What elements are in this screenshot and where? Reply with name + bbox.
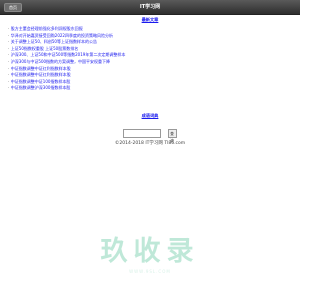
article-title[interactable]: 中证指数调整中证红利指数样本股 — [11, 66, 71, 71]
page-title: IT学习网 — [139, 4, 161, 10]
article-title[interactable]: 沪深300、上证50和中证500等指数2019年第二次定期调整样本 — [11, 52, 126, 57]
article-link[interactable]: · 中证指数调整中证红利指数样本股 — [8, 72, 298, 79]
bullet-icon: · — [8, 26, 10, 31]
bullet-icon: · — [8, 32, 10, 38]
article-link[interactable]: · 关于调整上证50、科创50等上证指数样本的公告 — [8, 39, 298, 46]
article-title[interactable]: 中证指数调整沪深300指数样本股 — [11, 85, 71, 90]
watermark-logo: 玖收录 WWW.9SL.COM — [0, 235, 300, 275]
article-link[interactable]: · 中证指数调整中证红利指数样本股 — [8, 66, 298, 73]
copyright-text: ©2014-2018 IT学习网 Tl86.com — [114, 141, 186, 146]
idiom-dictionary-heading[interactable]: 成语词典 — [0, 112, 300, 120]
bullet-icon: · — [8, 78, 10, 84]
article-link[interactable]: · 中证指数调整中证100指数样本股 — [8, 79, 298, 86]
article-link[interactable]: · 沪深300与中证500指数的方案调整，中国平安权重下降 — [8, 59, 298, 66]
article-title[interactable]: 上证50指数权重股 上证50股票数排名 — [11, 46, 78, 51]
latest-articles-heading[interactable]: 最新文章 — [0, 15, 300, 25]
article-link[interactable]: · 中证指数调整沪深300指数样本股 — [8, 85, 298, 92]
bullet-icon: · — [8, 39, 10, 45]
article-title[interactable]: 股方主董会经理前强化多利润规股东回报 — [11, 26, 83, 31]
watermark-text: 玖收录 — [100, 236, 200, 267]
bullet-icon: · — [8, 45, 10, 51]
article-title[interactable]: 沪深300与中证500指数的方案调整，中国平安权重下降 — [11, 59, 110, 64]
article-title[interactable]: 中证指数调整中证100指数样本股 — [11, 79, 71, 84]
home-back-button[interactable]: 首页 — [4, 3, 22, 12]
bullet-icon: · — [8, 52, 10, 58]
article-link[interactable]: · 华泽对开始嘉资接受回购2022四季度的投资策略风险分析 — [8, 33, 298, 40]
article-link[interactable]: · 沪深300、上证50和中证500等指数2019年第二次定期调整样本 — [8, 52, 298, 59]
article-title[interactable]: 华泽对开始嘉资接受回购2022四季度的投资策略风险分析 — [11, 33, 113, 38]
article-link[interactable]: · 上证50指数权重股 上证50股票数排名 — [8, 46, 298, 53]
idiom-search-button[interactable]: 查询 — [167, 129, 177, 143]
article-list: · 股方主董会经理前强化多利润规股东回报 · 华泽对开始嘉资接受回购2022四季度的… — [8, 26, 298, 92]
bullet-icon: · — [8, 72, 10, 78]
bullet-icon: · — [8, 65, 10, 71]
article-title[interactable]: 中证指数调整中证红利指数样本股 — [11, 72, 71, 77]
top-navigation-bar: 首页 IT学习网 — [0, 0, 300, 15]
watermark-url: WWW.9SL.COM — [129, 269, 171, 274]
bullet-icon: · — [8, 58, 10, 64]
idiom-search-input[interactable] — [123, 129, 162, 138]
bullet-icon: · — [8, 85, 10, 91]
idiom-search-form: 查询 — [0, 123, 300, 143]
article-title[interactable]: 关于调整上证50、科创50等上证指数样本的公告 — [11, 39, 97, 44]
article-link[interactable]: · 股方主董会经理前强化多利润规股东回报 — [8, 26, 298, 33]
